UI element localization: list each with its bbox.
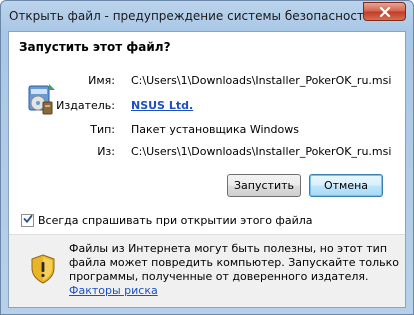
run-button[interactable]: Запустить bbox=[227, 174, 301, 197]
from-value: C:\Users\1\Downloads\Installer_PokerOK_r… bbox=[131, 145, 392, 158]
risk-factors-link[interactable]: Факторы риска bbox=[69, 284, 158, 297]
always-ask-checkbox[interactable] bbox=[21, 213, 34, 227]
name-label: Имя: bbox=[88, 74, 115, 87]
from-label: Из: bbox=[97, 145, 115, 158]
type-value: Пакет установщика Windows bbox=[131, 123, 299, 136]
warning-text: Файлы из Интернета могут быть полезны, н… bbox=[69, 242, 399, 283]
type-label: Тип: bbox=[90, 123, 115, 136]
window-title: Открыть файл - предупреждение системы бе… bbox=[9, 9, 372, 23]
always-ask-checkbox-row[interactable]: Всегда спрашивать при открытии этого фай… bbox=[21, 212, 313, 228]
dialog-heading: Запустить этот файл? bbox=[19, 40, 171, 54]
close-icon bbox=[379, 6, 391, 17]
publisher-link[interactable]: NSUS Ltd. bbox=[131, 99, 193, 112]
close-button[interactable] bbox=[363, 2, 406, 21]
name-value: C:\Users\1\Downloads\Installer_PokerOK_r… bbox=[131, 74, 392, 87]
check-icon bbox=[23, 214, 33, 227]
security-shield-icon bbox=[30, 254, 56, 284]
always-ask-label[interactable]: Всегда спрашивать при открытии этого фай… bbox=[38, 214, 313, 227]
divider bbox=[9, 234, 405, 235]
file-info-panel: Запустить этот файл? Имя: C:\Users\1\Dow… bbox=[9, 32, 405, 234]
cancel-button[interactable]: Отмена bbox=[309, 174, 383, 197]
dialog-body: Запустить этот файл? Имя: C:\Users\1\Dow… bbox=[8, 31, 406, 308]
security-warning-window: Открыть файл - предупреждение системы бе… bbox=[0, 0, 414, 315]
publisher-label: Издатель: bbox=[56, 99, 115, 112]
title-bar[interactable]: Открыть файл - предупреждение системы бе… bbox=[1, 1, 413, 33]
security-warning-message: Файлы из Интернета могут быть полезны, н… bbox=[69, 242, 399, 298]
